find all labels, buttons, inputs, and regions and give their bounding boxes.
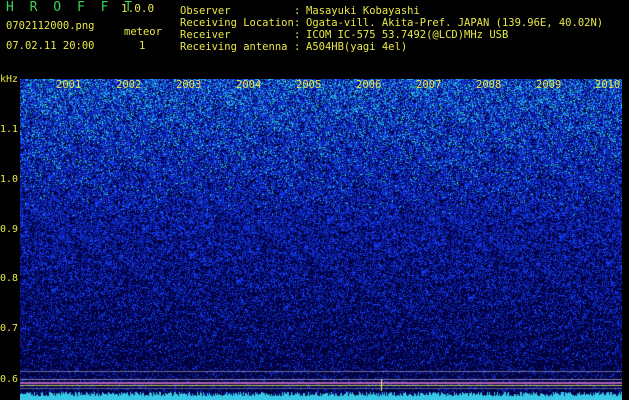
location-value: Ogata-vill. Akita-Pref. JAPAN (139.96E, … — [306, 17, 604, 29]
x-tick-label: 2005 — [296, 79, 322, 91]
info-values: Masayuki Kobayashi Ogata-vill. Akita-Pref… — [306, 5, 603, 53]
colon: : — [294, 41, 301, 53]
spectrogram-canvas — [20, 79, 622, 400]
x-tick-label: 2006 — [356, 79, 382, 91]
y-tick-label: 0.7 — [0, 323, 19, 334]
app-name: H R O F F T — [6, 0, 137, 15]
y-tick-label: 1.0 — [0, 174, 19, 185]
colon: : — [294, 29, 301, 41]
receiver-value: ICOM IC-575 53.7492(@LCD)MHz USB — [306, 29, 509, 41]
location-label: Receiving Location — [180, 17, 294, 29]
x-tick-label: 2009 — [536, 79, 562, 91]
y-tick-label: 0.9 — [0, 224, 19, 235]
x-tick-label: 2010 — [595, 79, 621, 91]
axis-unit-label: kHz — [0, 74, 19, 85]
x-tick-label: 2003 — [176, 79, 202, 91]
colon: : — [294, 17, 301, 29]
y-tick-label: 1.1 — [0, 124, 19, 135]
antenna-label: Receiving antenna — [180, 41, 288, 53]
antenna-value: A504HB(yagi 4el) — [306, 41, 408, 53]
receiver-label: Receiver — [180, 29, 231, 41]
x-tick-label: 2008 — [476, 79, 502, 91]
y-tick-label: 0.6 — [0, 374, 19, 385]
meteor-label: meteor — [124, 26, 162, 38]
x-tick-label: 2001 — [56, 79, 82, 91]
file-name: 0702112000.png — [6, 20, 95, 32]
x-tick-label: 2002 — [116, 79, 142, 91]
observer-value: Masayuki Kobayashi — [306, 5, 420, 17]
x-tick-label: 2007 — [416, 79, 442, 91]
y-tick-label: 0.8 — [0, 273, 19, 284]
app-version: 1.0.0 — [121, 2, 155, 15]
observer-label: Observer — [180, 5, 231, 17]
date-time: 07.02.11 20:00 — [6, 40, 95, 52]
x-tick-label: 2004 — [236, 79, 262, 91]
colon: : — [294, 5, 301, 17]
meteor-count: 1 — [139, 40, 146, 52]
info-colons: :::: — [294, 5, 300, 53]
info-labels: Observer Receiving Location Receiver Receiv… — [180, 5, 294, 53]
